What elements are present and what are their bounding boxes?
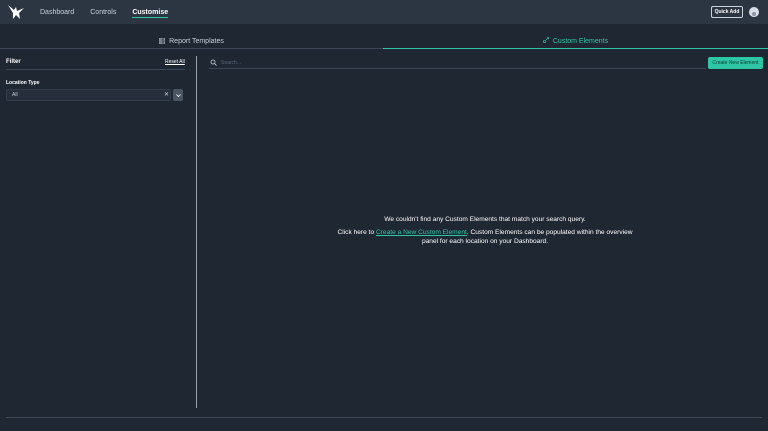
- close-icon[interactable]: ✕: [164, 91, 169, 98]
- empty-state-prefix: Click here to: [337, 228, 376, 236]
- location-type-select[interactable]: All: [6, 89, 171, 101]
- search-icon: [210, 59, 217, 66]
- grid-icon: [158, 37, 166, 46]
- tab-custom-elements-label: Custom Elements: [552, 37, 609, 45]
- create-custom-element-link[interactable]: Create a New Custom Element: [376, 229, 467, 236]
- location-type-label: Location Type: [6, 80, 40, 86]
- eagle-logo-icon[interactable]: [7, 4, 25, 20]
- location-type-dropdown-button[interactable]: [173, 89, 183, 101]
- nav-controls[interactable]: Controls: [90, 0, 116, 24]
- search-bar: [209, 57, 706, 69]
- chevron-down-icon: [175, 93, 181, 97]
- filter-divider: [6, 69, 185, 70]
- empty-state-message: We couldn't find any Custom Elements tha…: [330, 215, 640, 247]
- user-avatar-icon[interactable]: [749, 7, 759, 17]
- quick-add-button[interactable]: Quick Add: [711, 6, 743, 18]
- filter-title: Filter: [6, 59, 21, 65]
- footer-divider: [6, 417, 762, 418]
- top-nav-bar: Dashboard Controls Customise Quick Add: [0, 0, 768, 24]
- elements-icon: [542, 37, 549, 45]
- create-new-element-button[interactable]: Create New Element: [708, 57, 763, 69]
- location-type-value: All: [12, 92, 18, 98]
- tab-bar: Report Templates Custom Elements: [0, 34, 768, 49]
- empty-state-line2: Click here to Create a New Custom Elemen…: [330, 228, 640, 247]
- panel-divider: [196, 56, 197, 408]
- nav-dashboard[interactable]: Dashboard: [40, 0, 74, 24]
- tab-report-templates-label: Report Templates: [169, 38, 224, 45]
- reset-all-link[interactable]: Reset All: [165, 59, 185, 65]
- search-input[interactable]: [221, 58, 701, 68]
- tab-report-templates[interactable]: Report Templates: [0, 34, 383, 49]
- main-nav: Dashboard Controls Customise: [40, 0, 184, 24]
- tab-custom-elements[interactable]: Custom Elements: [383, 34, 768, 49]
- empty-state-line1: We couldn't find any Custom Elements tha…: [384, 216, 586, 223]
- nav-customise[interactable]: Customise: [132, 0, 168, 24]
